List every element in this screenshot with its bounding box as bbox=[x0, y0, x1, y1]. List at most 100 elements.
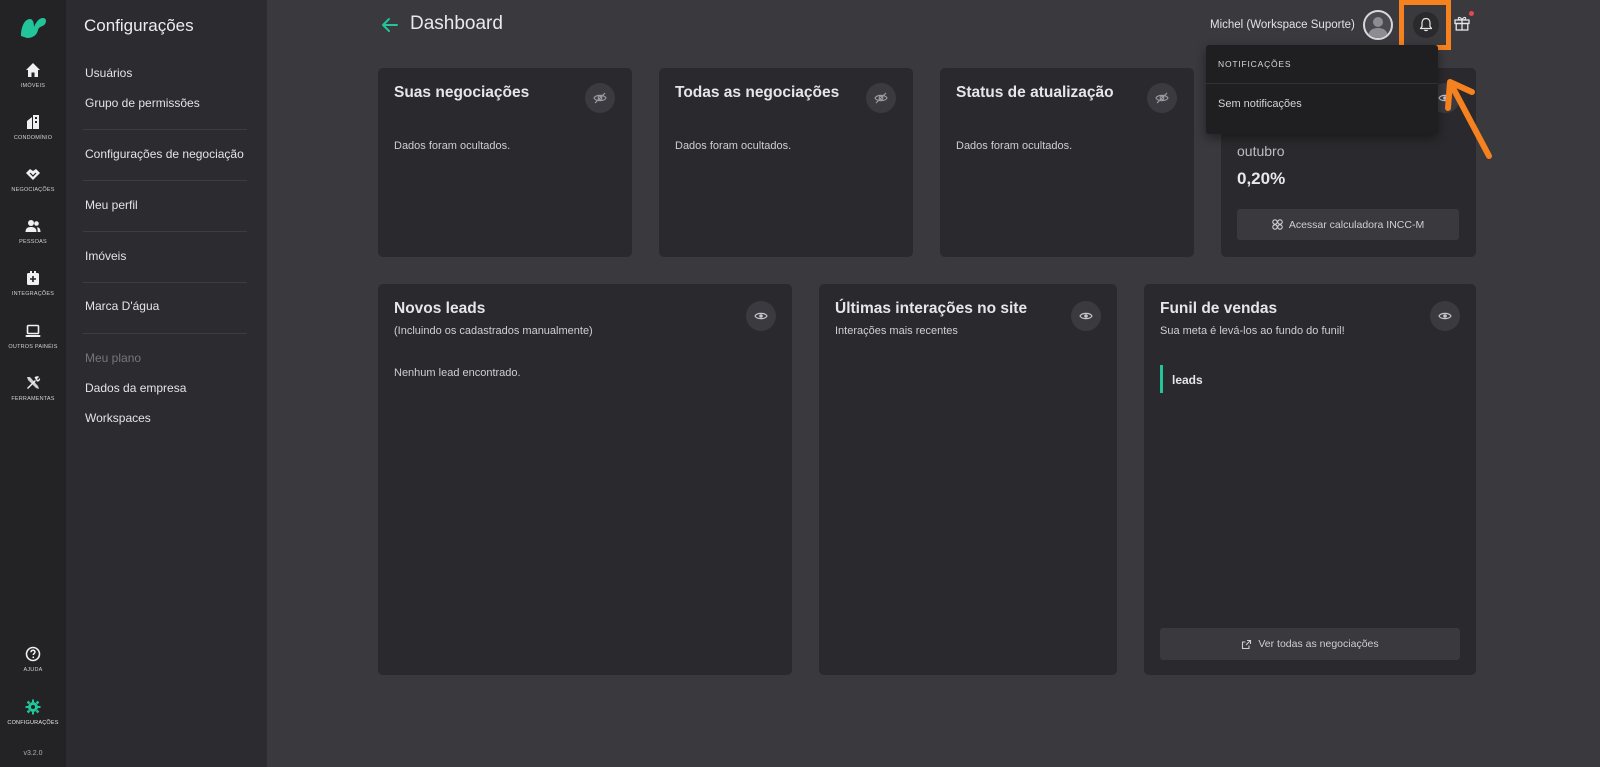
eye-icon bbox=[1438, 312, 1452, 320]
toggle-visibility-button[interactable] bbox=[1430, 301, 1460, 331]
app-logo-icon[interactable] bbox=[17, 10, 49, 42]
building-icon bbox=[27, 115, 39, 129]
card-suas-negociacoes: Suas negociações Dados foram ocultados. bbox=[378, 68, 632, 257]
notifications-button[interactable] bbox=[1399, 0, 1451, 50]
external-link-icon bbox=[1242, 639, 1252, 649]
rail-label: PESSOAS bbox=[19, 239, 47, 245]
settings-link-usuarios[interactable]: Usuários bbox=[85, 66, 132, 80]
rail-item-integracoes[interactable]: INTEGRAÇÕES bbox=[0, 270, 66, 318]
avatar[interactable] bbox=[1363, 10, 1393, 40]
divider bbox=[83, 129, 247, 130]
settings-link-marca-dagua[interactable]: Marca D'água bbox=[85, 299, 159, 313]
notifications-bell-bg bbox=[1413, 12, 1439, 38]
card-subtitle: Sua meta é levá-los ao fundo do funil! bbox=[1160, 325, 1345, 337]
home-icon bbox=[26, 63, 40, 77]
toggle-visibility-button[interactable] bbox=[585, 83, 615, 113]
card-body-text: Dados foram ocultados. bbox=[394, 140, 511, 152]
rail-item-ajuda[interactable]: AJUDA bbox=[0, 646, 66, 694]
calculator-icon bbox=[1272, 219, 1283, 230]
page-title: Dashboard bbox=[410, 13, 503, 34]
settings-title: Configurações bbox=[84, 16, 194, 35]
rail-item-configuracoes[interactable]: CONFIGURAÇÕES bbox=[0, 699, 66, 747]
rail-item-pessoas[interactable]: PESSOAS bbox=[0, 218, 66, 266]
toggle-visibility-button[interactable] bbox=[746, 301, 776, 331]
rail-label: FERRAMENTAS bbox=[11, 396, 55, 402]
rail-label: OUTROS PAINÉIS bbox=[8, 344, 58, 350]
user-avatar-icon bbox=[1368, 17, 1388, 38]
settings-link-dados-empresa[interactable]: Dados da empresa bbox=[85, 381, 186, 395]
view-all-deals-button[interactable]: Ver todas as negociações bbox=[1160, 628, 1460, 660]
plugin-icon bbox=[27, 271, 39, 285]
funnel-stage-label: leads bbox=[1172, 373, 1203, 387]
back-arrow-icon[interactable] bbox=[380, 15, 400, 35]
people-icon bbox=[25, 220, 41, 232]
divider bbox=[83, 282, 247, 283]
rail-item-outros-paineis[interactable]: OUTROS PAINÉIS bbox=[0, 323, 66, 371]
settings-sidebar: Configurações Usuários Grupo de permissõ… bbox=[66, 0, 267, 767]
card-ultimas-interacoes: Últimas interações no site Interações ma… bbox=[819, 284, 1117, 675]
rail-item-ferramentas[interactable]: FERRAMENTAS bbox=[0, 375, 66, 423]
rail-item-negociacoes[interactable]: NEGOCIAÇÕES bbox=[0, 166, 66, 214]
notifications-heading: NOTIFICAÇÕES bbox=[1206, 45, 1438, 84]
eye-off-icon bbox=[593, 92, 607, 104]
card-title: Suas negociações bbox=[394, 84, 530, 101]
tools-icon bbox=[27, 376, 41, 389]
settings-section-meu-plano: Meu plano bbox=[85, 351, 142, 365]
settings-link-workspaces[interactable]: Workspaces bbox=[85, 411, 151, 425]
gift-icon[interactable] bbox=[1453, 14, 1471, 32]
bell-icon bbox=[1419, 17, 1433, 32]
card-novos-leads: Novos leads (Incluindo os cadastrados ma… bbox=[378, 284, 792, 675]
handshake-icon bbox=[26, 169, 40, 180]
notifications-dropdown: NOTIFICAÇÕES Sem notificações bbox=[1206, 45, 1438, 134]
view-all-deals-label: Ver todas as negociações bbox=[1258, 638, 1379, 650]
gift-badge-dot bbox=[1469, 11, 1474, 16]
eye-off-icon bbox=[1155, 92, 1169, 104]
card-title: Últimas interações no site bbox=[835, 300, 1028, 317]
card-body-text: Nenhum lead encontrado. bbox=[394, 367, 521, 379]
incc-month: outubro bbox=[1237, 143, 1285, 159]
eye-icon bbox=[754, 312, 768, 320]
divider bbox=[83, 180, 247, 181]
eye-icon bbox=[1079, 312, 1093, 320]
card-body-text: Dados foram ocultados. bbox=[956, 140, 1073, 152]
incc-calculator-label: Acessar calculadora INCC-M bbox=[1288, 218, 1425, 231]
rail-label: INTEGRAÇÕES bbox=[11, 291, 55, 297]
incc-calculator-button[interactable]: Acessar calculadora INCC-M bbox=[1237, 209, 1459, 240]
card-title: Status de atualização bbox=[956, 84, 1114, 101]
toggle-visibility-button[interactable] bbox=[1147, 83, 1177, 113]
card-todas-negociacoes: Todas as negociações Dados foram ocultad… bbox=[659, 68, 913, 257]
settings-link-permissoes[interactable]: Grupo de permissões bbox=[85, 96, 200, 110]
card-funil-vendas: Funil de vendas Sua meta é levá-los ao f… bbox=[1144, 284, 1476, 675]
toggle-visibility-button[interactable] bbox=[866, 83, 896, 113]
annotation-arrow-icon bbox=[1445, 79, 1492, 159]
rail-item-imoveis[interactable]: IMÓVEIS bbox=[0, 62, 66, 110]
card-title: Funil de vendas bbox=[1160, 300, 1278, 317]
card-title: Todas as negociações bbox=[675, 84, 840, 101]
card-subtitle: Interações mais recentes bbox=[835, 325, 958, 337]
eye-off-icon bbox=[874, 92, 888, 104]
divider bbox=[83, 333, 247, 334]
incc-value: 0,20% bbox=[1237, 169, 1286, 188]
card-subtitle: (Incluindo os cadastrados manualmente) bbox=[394, 325, 593, 337]
help-circle-icon bbox=[25, 646, 41, 662]
toggle-visibility-button[interactable] bbox=[1071, 301, 1101, 331]
icon-rail: IMÓVEIS CONDOMÍNIO NEGOCIAÇÕES PESSOAS I… bbox=[0, 0, 66, 767]
settings-link-perfil[interactable]: Meu perfil bbox=[85, 198, 138, 212]
settings-link-negociacao[interactable]: Configurações de negociação bbox=[85, 147, 244, 161]
card-body-text: Dados foram ocultados. bbox=[675, 140, 792, 152]
divider bbox=[83, 231, 247, 232]
laptop-icon bbox=[25, 324, 41, 337]
user-name[interactable]: Michel (Workspace Suporte) bbox=[1210, 19, 1355, 31]
rail-label: CONFIGURAÇÕES bbox=[7, 720, 59, 726]
rail-label: IMÓVEIS bbox=[20, 83, 46, 89]
rail-item-condominio[interactable]: CONDOMÍNIO bbox=[0, 114, 66, 162]
settings-link-imoveis[interactable]: Imóveis bbox=[85, 249, 126, 263]
rail-label: CONDOMÍNIO bbox=[13, 135, 53, 141]
funnel-stage-bar bbox=[1160, 365, 1163, 393]
rail-label: NEGOCIAÇÕES bbox=[11, 187, 55, 193]
rail-label: AJUDA bbox=[23, 667, 43, 673]
gear-icon bbox=[25, 699, 41, 715]
version-label: v3.2.0 bbox=[23, 750, 43, 757]
card-title: Novos leads bbox=[394, 300, 486, 317]
scrollbar-track[interactable] bbox=[1582, 0, 1600, 767]
